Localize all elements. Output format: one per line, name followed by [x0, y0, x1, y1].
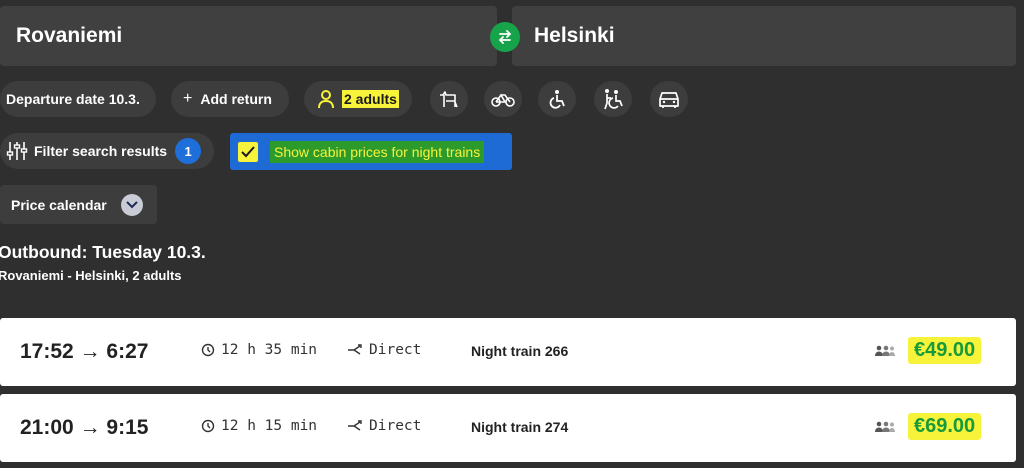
- swap-stations-button[interactable]: [490, 22, 520, 52]
- cabin-prices-toggle[interactable]: Show cabin prices for night trains: [230, 133, 512, 170]
- price[interactable]: €49.00: [908, 337, 982, 364]
- checkbox-checked-icon[interactable]: [238, 141, 258, 162]
- results-subheading: Rovaniemi - Helsinki, 2 adults: [0, 268, 182, 283]
- group-icon: [874, 421, 896, 433]
- pet-icon: [438, 89, 460, 109]
- arrival-time: 6:27: [106, 340, 149, 363]
- pet-button[interactable]: [430, 81, 468, 117]
- filter-search-results-button[interactable]: Filter search results 1: [0, 133, 214, 169]
- train-result-card[interactable]: 17:52 → 6:27 12 h 35 min Direct Night tr…: [0, 318, 1016, 386]
- duration: 12 h 15 min: [201, 418, 317, 434]
- arrow: →: [79, 416, 101, 439]
- duration-text: 12 h 15 min: [221, 418, 318, 434]
- passengers-button[interactable]: 2 adults: [304, 81, 412, 117]
- wheelchair-button[interactable]: [538, 81, 576, 117]
- direct-route-icon: [347, 420, 363, 432]
- person-icon: [316, 89, 336, 109]
- direct-route-icon: [347, 344, 363, 356]
- origin-field[interactable]: Rovaniemi: [0, 6, 497, 66]
- car-button[interactable]: [650, 81, 688, 117]
- train-times: 17:52 → 6:27: [20, 340, 148, 364]
- wheelchair-icon: [547, 89, 567, 109]
- train-result-card[interactable]: 21:00 → 9:15 12 h 15 min Direct Night tr…: [0, 394, 1016, 462]
- add-return-label: Add return: [200, 91, 272, 107]
- arrival-time: 9:15: [106, 416, 149, 439]
- train-name: Night train 274: [471, 419, 569, 435]
- departure-time: 21:00: [20, 416, 74, 439]
- transfer-info: Direct: [347, 342, 421, 358]
- price-calendar-label: Price calendar: [11, 196, 107, 213]
- assisted-accessibility-button[interactable]: [594, 81, 632, 117]
- swap-icon: [496, 28, 514, 46]
- passengers-label: 2 adults: [342, 90, 399, 108]
- filter-count-badge: 1: [175, 138, 202, 164]
- transfer-info: Direct: [347, 418, 421, 434]
- filter-label: Filter search results: [34, 143, 168, 159]
- arrow: →: [79, 340, 101, 363]
- car-icon: [657, 89, 681, 109]
- destination-field[interactable]: Helsinki: [512, 6, 1016, 66]
- timer-icon: [201, 343, 215, 357]
- duration: 12 h 35 min: [201, 342, 317, 358]
- plus-icon: +: [183, 90, 193, 107]
- departure-time: 17:52: [20, 340, 74, 363]
- timer-icon: [201, 419, 215, 433]
- origin-label: Rovaniemi: [16, 24, 123, 47]
- cabin-prices-label: Show cabin prices for night trains: [270, 140, 485, 163]
- departure-date-button[interactable]: Departure date 10.3.: [0, 81, 156, 117]
- transfer-text: Direct: [369, 342, 422, 358]
- train-name: Night train 266: [471, 343, 569, 359]
- departure-date-label: Departure date 10.3.: [6, 91, 140, 107]
- bicycle-button[interactable]: [484, 81, 522, 117]
- transfer-text: Direct: [369, 418, 422, 434]
- add-return-button[interactable]: + Add return: [171, 81, 289, 117]
- destination-label: Helsinki: [534, 24, 615, 47]
- group-icon: [874, 345, 896, 357]
- bicycle-icon: [491, 90, 515, 108]
- price-calendar-button[interactable]: Price calendar: [0, 185, 157, 224]
- price[interactable]: €69.00: [908, 413, 982, 440]
- results-heading: Outbound: Tuesday 10.3.: [0, 242, 206, 262]
- filter-sliders-icon: [6, 140, 28, 162]
- accessible-assist-icon: [601, 88, 625, 110]
- duration-text: 12 h 35 min: [221, 342, 318, 358]
- train-times: 21:00 → 9:15: [20, 416, 148, 440]
- chevron-down-icon: [120, 193, 143, 216]
